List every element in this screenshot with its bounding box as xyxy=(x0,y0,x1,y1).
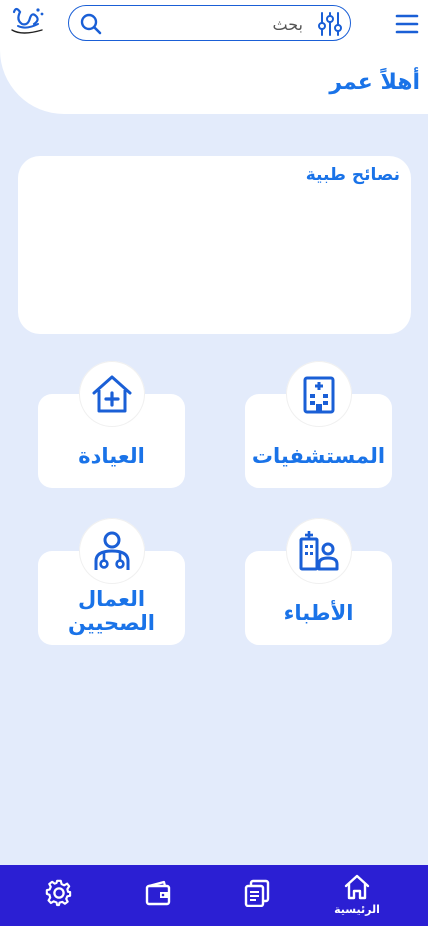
service-card-hospitals[interactable]: المستشفيات xyxy=(245,361,392,488)
filter-sliders-icon[interactable] xyxy=(317,11,343,37)
search-bar[interactable] xyxy=(68,5,351,41)
nav-item-articles[interactable] xyxy=(227,865,287,926)
search-input[interactable] xyxy=(109,9,305,39)
service-card-health-workers[interactable]: العمال الصحيين xyxy=(38,518,185,645)
service-icon-circle xyxy=(286,518,352,584)
service-card-doctors[interactable]: الأطباء xyxy=(245,518,392,645)
greeting-text: أهلاً عمر xyxy=(329,70,420,95)
wallet-icon xyxy=(145,880,171,906)
service-icon-circle xyxy=(286,361,352,427)
home-icon xyxy=(344,874,370,900)
health-worker-icon xyxy=(94,531,130,570)
service-icon-circle xyxy=(79,518,145,584)
hamburger-menu-icon[interactable] xyxy=(395,13,419,35)
gear-icon xyxy=(45,879,72,907)
service-label-clinic: العيادة xyxy=(78,444,145,468)
clinic-house-icon xyxy=(92,375,132,413)
service-label-line2: الصحيين xyxy=(68,611,155,635)
service-label-line1: العمال xyxy=(77,587,146,611)
medical-tips-title: نصائح طبية xyxy=(305,165,400,185)
service-card-clinic[interactable]: العيادة xyxy=(38,361,185,488)
app-logo xyxy=(8,4,48,40)
search-icon[interactable] xyxy=(79,12,103,36)
service-icon-circle xyxy=(79,361,145,427)
service-label-hospitals: المستشفيات xyxy=(251,444,386,468)
hospital-icon xyxy=(303,376,335,414)
nav-item-wallet[interactable] xyxy=(128,865,188,926)
service-label-doctors: الأطباء xyxy=(283,601,354,625)
medical-tips-card[interactable]: نصائح طبية xyxy=(18,156,411,334)
top-panel: أهلاً عمر xyxy=(0,0,428,114)
nav-label-home: الرئيسية xyxy=(334,903,380,916)
nav-item-settings[interactable] xyxy=(29,865,89,926)
service-label-health-workers: العمال الصحيين xyxy=(38,587,185,635)
nav-item-home[interactable]: الرئيسية xyxy=(327,865,387,926)
articles-icon xyxy=(244,879,270,907)
bottom-nav: الرئيسية xyxy=(0,865,428,926)
doctors-icon xyxy=(299,531,339,571)
